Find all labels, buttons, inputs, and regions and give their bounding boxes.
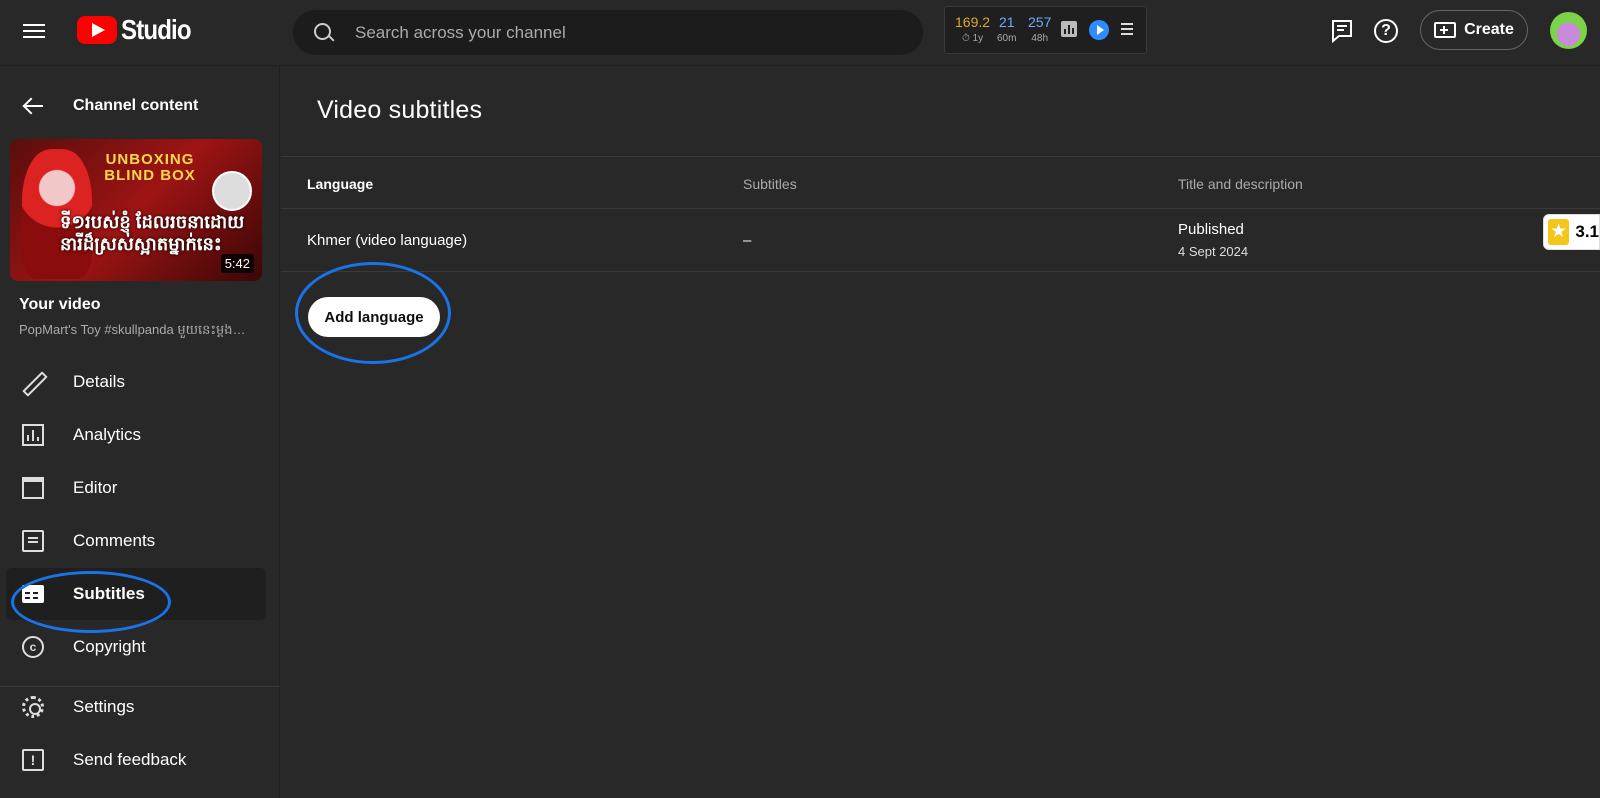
sidebar-item-send-feedback[interactable]: ! Send feedback [6,734,266,786]
video-thumbnail[interactable]: UNBOXING BLIND BOX ទី១របស់ខ្ញុំ ដែលរចនាដ… [10,139,262,281]
help-icon[interactable]: ? [1374,19,1398,43]
bar-chart-icon[interactable] [1061,21,1077,37]
rating-value: 3.1 [1575,222,1599,241]
stat-views: 169.2 ⏱ 1y [955,14,991,44]
video-duration: 5:42 [220,254,254,273]
main-content: Video subtitles Language Subtitles Title… [281,66,1600,798]
sidebar-item-subtitles[interactable]: Subtitles [6,568,266,620]
stat-subscribers: 21 60m [997,14,1017,44]
create-button[interactable]: Create [1420,10,1528,50]
page-title: Video subtitles [317,96,483,124]
row-date: 4 Sept 2024 [1178,244,1249,259]
thumbnail-khmer-text: ទី១របស់ខ្ញុំ ដែលរចនាដោយនារីដ៏ស្រស់ស្អាតម… [60,212,245,254]
gear-icon [22,696,44,718]
feedback-icon: ! [22,749,44,771]
create-label: Create [1464,21,1514,38]
subtitles-table: Language Subtitles Title and description… [281,156,1600,272]
sidebar-item-comments[interactable]: Comments [6,515,266,567]
sidebar: Channel content UNBOXING BLIND BOX ទី១រប… [0,66,280,798]
creator-avatar [212,171,252,211]
table-row[interactable]: Khmer (video language) – Published 4 Sep… [281,209,1600,272]
stat-hours: 257 48h [1028,14,1052,44]
sidebar-item-label: Editor [73,478,118,497]
sidebar-item-analytics[interactable]: Analytics [6,409,266,461]
sidebar-item-label: Analytics [73,425,142,444]
thumbnail-headline: UNBOXING BLIND BOX [104,151,196,184]
youtube-logo-icon [77,16,117,44]
rating-chip[interactable]: ★ 3.1 [1543,214,1600,250]
search-icon[interactable] [313,22,335,44]
sidebar-item-copyright[interactable]: c Copyright [6,621,266,673]
analytics-icon [22,424,44,446]
subtitles-icon [22,585,44,603]
stats-menu-icon[interactable] [1121,23,1133,38]
sidebar-item-label: Settings [73,697,135,716]
back-label: Channel content [73,97,199,114]
search-bar[interactable] [293,10,923,55]
row-status: Published [1178,221,1244,238]
menu-icon[interactable] [22,20,46,44]
table-header: Language Subtitles Title and description [281,156,1600,209]
row-language: Khmer (video language) [307,232,468,249]
star-icon: ★ [1548,219,1570,245]
sidebar-item-label: Comments [73,531,156,550]
column-header-language[interactable]: Language [307,176,373,192]
sidebar-item-editor[interactable]: Editor [6,462,266,514]
sidebar-item-label: Send feedback [73,750,187,769]
copyright-icon: c [22,636,44,658]
your-video-label: Your video [19,296,101,313]
extension-logo-icon[interactable] [1089,20,1109,40]
back-to-channel-content[interactable]: Channel content [0,86,280,126]
logo-text: Studio [121,14,192,45]
sidebar-item-details[interactable]: Details [6,356,266,408]
pencil-icon [22,371,44,393]
video-add-icon [1434,22,1457,38]
feedback-icon[interactable] [1329,18,1357,46]
clapperboard-icon [22,477,44,499]
column-header-subtitles: Subtitles [743,176,797,192]
top-bar: Studio 169.2 ⏱ 1y 21 60m 257 48h ? Creat… [0,0,1600,66]
sidebar-item-label: Copyright [73,637,146,656]
add-language-button[interactable]: Add language [308,297,440,337]
channel-stats-widget[interactable]: 169.2 ⏱ 1y 21 60m 257 48h [944,6,1147,54]
sidebar-item-settings[interactable]: Settings [6,681,266,733]
search-input[interactable] [355,22,875,43]
row-subtitles: – [743,232,752,249]
back-arrow-icon[interactable] [23,99,43,113]
sidebar-item-label: Details [73,372,125,391]
studio-logo[interactable]: Studio [77,14,202,46]
column-header-title-description: Title and description [1178,176,1303,192]
avatar[interactable] [1550,12,1587,49]
video-title: PopMart's Toy #skullpanda មួយនេះម្ដង… [19,322,246,337]
sidebar-item-label: Subtitles [73,584,145,603]
comments-icon [22,530,44,552]
